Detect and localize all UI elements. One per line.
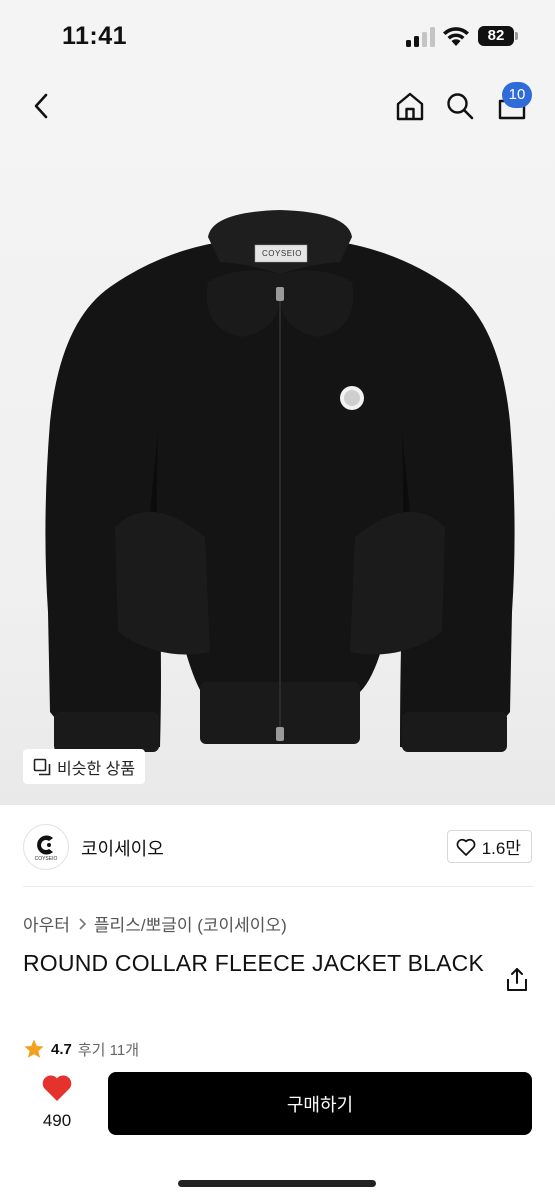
wishlist-count: 490: [42, 1111, 72, 1130]
back-button[interactable]: [22, 86, 62, 126]
star-icon: [24, 1039, 44, 1058]
jacket-tag-text: COYSEIO: [262, 249, 302, 258]
cellular-signal-icon: [406, 27, 435, 47]
chevron-right-icon: [79, 917, 87, 930]
brand-logo[interactable]: COYSEIO: [23, 824, 69, 870]
product-title: ROUND COLLAR FLEECE JACKET BLACK: [23, 950, 484, 976]
cart-count-badge: 10: [502, 82, 532, 108]
battery-level: 82: [478, 26, 514, 46]
status-bar: 11:41 82: [0, 0, 555, 72]
breadcrumb-category-1[interactable]: 아우터: [23, 911, 70, 936]
search-icon: [447, 93, 474, 120]
bottom-action-bar: 490 구매하기: [0, 1062, 555, 1200]
similar-products-label: 비슷한 상품: [57, 760, 136, 778]
wifi-icon: [443, 27, 469, 46]
search-button[interactable]: [440, 86, 480, 126]
home-indicator: [178, 1180, 376, 1187]
brand-row[interactable]: COYSEIO 코이세이오 1.6만: [23, 822, 533, 872]
heart-outline-icon: [456, 838, 476, 856]
jacket-product-image: [45, 210, 515, 752]
product-image-area[interactable]: 10 COYSEIO 비슷한 상품: [0, 72, 555, 805]
heart-filled-icon: [42, 1075, 72, 1101]
wishlist-button[interactable]: 490: [33, 1074, 81, 1138]
brand-logo-mark-icon: [37, 835, 53, 855]
breadcrumb: 아우터 플리스/뽀글이 (코이세이오): [23, 911, 287, 936]
home-button[interactable]: [390, 86, 430, 126]
status-time: 11:41: [62, 22, 128, 50]
rating-value: 4.7: [51, 1040, 72, 1058]
brand-like-count: 1.6만: [481, 839, 521, 858]
chevron-left-icon: [34, 93, 48, 119]
breadcrumb-category-2[interactable]: 플리스/뽀글이 (코이세이오): [94, 911, 287, 936]
share-button[interactable]: [503, 966, 533, 996]
brand-like-button[interactable]: 1.6만: [446, 830, 532, 863]
buy-button[interactable]: 구매하기: [108, 1072, 532, 1135]
rating-row[interactable]: 4.7 후기 11개: [23, 1036, 139, 1062]
share-icon: [507, 968, 527, 991]
battery-icon: 82: [478, 26, 520, 46]
home-icon: [396, 92, 424, 121]
divider: [23, 886, 533, 887]
review-count: 후기 11개: [77, 1041, 139, 1059]
copy-icon: [33, 758, 51, 775]
similar-products-button[interactable]: 비슷한 상품: [23, 749, 146, 784]
brand-name[interactable]: 코이세이오: [81, 835, 164, 861]
brand-logo-text: COYSEIO: [34, 856, 58, 862]
